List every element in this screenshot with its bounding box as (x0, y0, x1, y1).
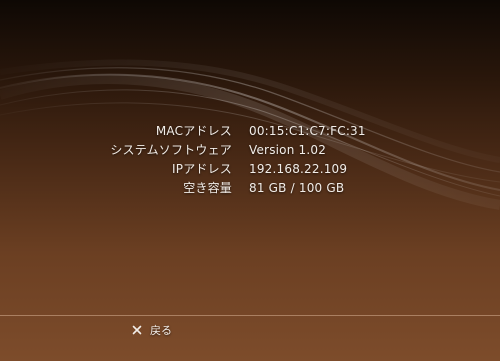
back-button[interactable]: 戻る (132, 322, 172, 338)
info-row-ip-address: IPアドレス 192.168.22.109 (0, 160, 500, 179)
info-value: 192.168.22.109 (249, 162, 348, 176)
info-label: MACアドレス (155, 124, 232, 138)
info-list: MACアドレス 00:15:C1:C7:FC:31 システムソフトウェア Ver… (0, 122, 500, 198)
info-label: 空き容量 (183, 181, 232, 195)
footer-divider (0, 315, 500, 316)
info-label: システムソフトウェア (110, 143, 232, 157)
info-value: Version 1.02 (249, 143, 327, 157)
info-row-free-space: 空き容量 81 GB / 100 GB (0, 179, 500, 198)
info-label: IPアドレス (172, 162, 232, 176)
info-row-system-software: システムソフトウェア Version 1.02 (0, 141, 500, 160)
info-row-mac-address: MACアドレス 00:15:C1:C7:FC:31 (0, 122, 500, 141)
back-label: 戻る (150, 324, 172, 337)
cross-button-icon (132, 325, 142, 335)
info-value: 00:15:C1:C7:FC:31 (249, 124, 366, 138)
info-value: 81 GB / 100 GB (249, 181, 345, 195)
system-information-screen: MACアドレス 00:15:C1:C7:FC:31 システムソフトウェア Ver… (0, 0, 500, 361)
